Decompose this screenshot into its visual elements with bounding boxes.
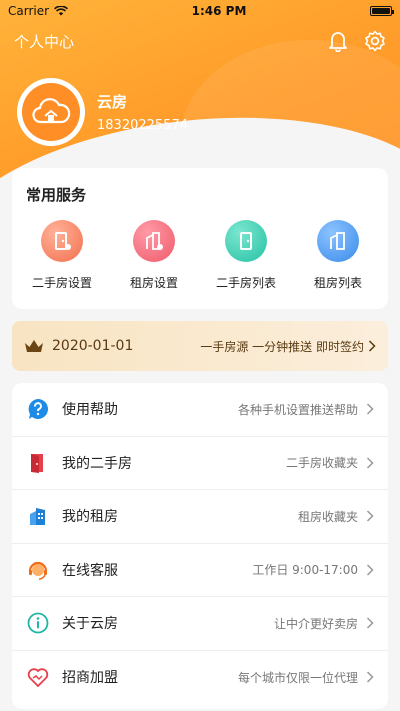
services-title: 常用服务 [26,186,87,204]
cloud-house-icon [32,98,71,124]
service-label: 租房列表 [313,276,362,290]
vip-date: 2020-01-01 [52,338,134,354]
menu-label: 我的二手房 [62,455,132,472]
service-rent-list[interactable]: 租房列表 [295,220,381,291]
service-secondhand-settings[interactable]: 二手房设置 [19,220,105,291]
clock: 1:46 PM [191,4,247,18]
door-settings-glyph [55,232,71,250]
chevron-right-icon [366,564,374,576]
door-icon [225,220,267,262]
gear-icon[interactable] [364,30,386,52]
service-secondhand-list[interactable]: 二手房列表 [203,220,289,291]
chevron-right-icon [366,617,374,629]
menu-desc: 工作日 9:00-17:00 [252,563,358,578]
menu-item-franchise[interactable]: 招商加盟 每个城市仅限一位代理 [12,651,388,705]
service-label: 二手房列表 [215,276,276,290]
battery-icon [370,6,394,16]
profile-section[interactable]: 云房 18320225574 [17,78,188,146]
vip-promo: 一手房源 一分钟推送 即时签约 [200,338,376,355]
menu-item-help[interactable]: 使用帮助 各种手机设置推送帮助 [12,383,388,437]
menu-desc: 租房收藏夹 [297,509,358,524]
door-glyph [240,232,252,250]
door-icon [26,451,50,475]
nav-bar: 个人中心 [0,26,400,56]
chevron-right-icon [366,457,374,469]
building-icon [317,220,359,262]
service-rent-settings[interactable]: 租房设置 [111,220,197,291]
page-title: 个人中心 [14,32,75,51]
profile-text: 云房 18320225574 [97,91,188,133]
service-label: 二手房设置 [31,276,92,290]
bell-icon[interactable] [328,30,348,52]
menu-desc: 二手房收藏夹 [285,456,358,471]
door-settings-icon [41,220,83,262]
handshake-icon [26,665,50,689]
headset-icon [26,558,50,582]
profile-phone: 18320225574 [97,118,188,133]
menu-list: 使用帮助 各种手机设置推送帮助 我的二手房 二手房收藏夹 我的租房 租房收藏夹 [12,383,388,709]
wifi-icon [54,6,69,16]
crown-icon [25,340,43,352]
menu-desc: 各种手机设置推送帮助 [237,402,358,417]
menu-item-my-rent[interactable]: 我的租房 租房收藏夹 [12,490,388,544]
profile-name: 云房 [97,93,128,111]
chevron-right-icon [366,510,374,522]
menu-label: 招商加盟 [62,670,118,687]
status-left: Carrier [8,4,69,18]
menu-label: 关于云房 [62,616,118,633]
building-icon [26,504,50,528]
chevron-right-icon [366,671,374,683]
building-settings-glyph [146,232,163,250]
nav-actions [328,30,386,52]
vip-promo-text: 一手房源 一分钟推送 即时签约 [200,339,364,354]
menu-desc: 让中介更好卖房 [273,616,358,631]
building-settings-icon [133,220,175,262]
menu-label: 使用帮助 [62,402,118,419]
menu-desc: 每个城市仅限一位代理 [237,670,358,685]
building-glyph [330,232,345,250]
services-row: 二手房设置 租房设置 二手房列表 租房列表 [12,220,388,291]
chevron-right-icon [368,340,376,352]
menu-label: 我的租房 [62,509,118,526]
vip-banner[interactable]: 2020-01-01 一手房源 一分钟推送 即时签约 [12,321,388,371]
menu-item-about[interactable]: 关于云房 让中介更好卖房 [12,597,388,651]
chevron-right-icon [366,403,374,415]
avatar[interactable] [17,78,85,146]
service-label: 租房设置 [129,276,178,290]
menu-item-support[interactable]: 在线客服 工作日 9:00-17:00 [12,544,388,597]
help-icon [26,397,50,421]
status-bar: Carrier 1:46 PM [0,0,400,22]
services-card: 常用服务 二手房设置 租房设置 二手房列表 租房列表 [12,168,388,309]
carrier-label: Carrier [8,4,50,18]
menu-label: 在线客服 [62,562,118,579]
info-icon [26,611,50,635]
avatar-inner [22,83,80,141]
menu-item-my-secondhand[interactable]: 我的二手房 二手房收藏夹 [12,437,388,490]
